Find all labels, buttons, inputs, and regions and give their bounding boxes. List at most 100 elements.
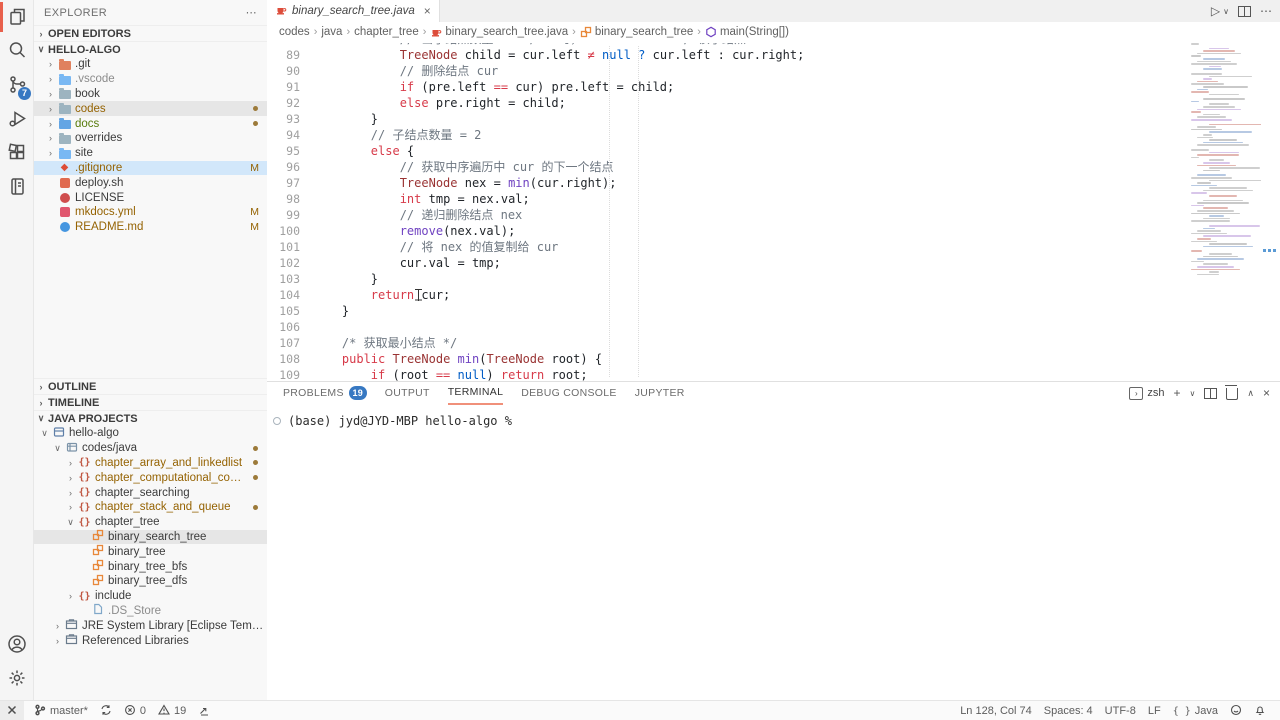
maximize-panel-icon[interactable]: ∧ bbox=[1247, 388, 1254, 399]
tree-item-referenced-libraries[interactable]: ›Referenced Libraries bbox=[34, 633, 267, 648]
tree-item-chapter-searching[interactable]: ›{}chapter_searching bbox=[34, 485, 267, 500]
activity-item-extensions[interactable] bbox=[0, 136, 33, 170]
code-line-105[interactable]: 105 } bbox=[267, 303, 1280, 319]
tree-item-binary-search-tree[interactable]: binary_search_tree bbox=[34, 530, 267, 545]
close-panel-icon[interactable]: × bbox=[1263, 386, 1270, 400]
code-line-107[interactable]: 107 /* 获取最小结点 */ bbox=[267, 335, 1280, 351]
activity-item-run-debug[interactable] bbox=[0, 102, 33, 136]
status-eol[interactable]: LF bbox=[1142, 701, 1167, 720]
new-terminal-icon[interactable]: + bbox=[1174, 386, 1181, 400]
tree-item-mkdocs-yml[interactable]: mkdocs.ymlM bbox=[34, 205, 267, 220]
run-button[interactable]: ▷ bbox=[1211, 4, 1220, 18]
status-launch[interactable] bbox=[192, 701, 216, 720]
terminal-content[interactable]: (base) jyd@JYD-MBP hello-algo % bbox=[273, 414, 1280, 428]
code-line-103[interactable]: 103 } bbox=[267, 271, 1280, 287]
status-sync[interactable] bbox=[94, 701, 118, 720]
status-problems-warnings[interactable]: 19 bbox=[152, 701, 192, 720]
section-outline[interactable]: › OUTLINE bbox=[34, 378, 267, 394]
tree-item-include[interactable]: ›{}include bbox=[34, 589, 267, 604]
code-area[interactable]: 88 // 当子结点数量 = 0 / 1 时， child = null / 该… bbox=[267, 43, 1280, 381]
terminal-dropdown-icon[interactable]: ∨ bbox=[1190, 389, 1196, 398]
panel-tab-jupyter[interactable]: JUPYTER bbox=[635, 382, 685, 404]
activity-item-source-control[interactable]: 7 bbox=[0, 68, 33, 102]
code-line-92[interactable]: 92 else pre.right = child; bbox=[267, 95, 1280, 111]
panel-tab-output[interactable]: OUTPUT bbox=[385, 382, 430, 404]
section-java-projects[interactable]: ∨ JAVA PROJECTS bbox=[34, 410, 267, 426]
status-remote[interactable] bbox=[0, 701, 24, 720]
tree-item-license[interactable]: LICENSE bbox=[34, 190, 267, 205]
code-line-101[interactable]: 101 // 将 nex 的值复制给 cur bbox=[267, 239, 1280, 255]
status-feedback[interactable] bbox=[1224, 701, 1248, 720]
code-line-91[interactable]: 91 if (pre.left == cur) pre.left = child… bbox=[267, 79, 1280, 95]
section-timeline[interactable]: › TIMELINE bbox=[34, 394, 267, 410]
activity-item-notebook[interactable] bbox=[0, 170, 33, 204]
tree-item-chapter-stack-and-queue[interactable]: ›{}chapter_stack_and_queue bbox=[34, 500, 267, 515]
status-branch[interactable]: master* bbox=[28, 701, 94, 720]
tree-item-overrides[interactable]: ›overrides bbox=[34, 131, 267, 146]
split-terminal-icon[interactable] bbox=[1204, 388, 1217, 399]
code-line-94[interactable]: 94 // 子结点数量 = 2 bbox=[267, 127, 1280, 143]
panel-tab-debug-console[interactable]: DEBUG CONSOLE bbox=[521, 382, 617, 404]
code-line-106[interactable]: 106 bbox=[267, 319, 1280, 335]
tree-item-vscode[interactable]: ›.vscode bbox=[34, 72, 267, 87]
tree-item-book[interactable]: ›book bbox=[34, 87, 267, 102]
tree-item-chapter-computational-complexity[interactable]: ›{}chapter_computational_complexity bbox=[34, 470, 267, 485]
code-line-90[interactable]: 90 // 删除结点 cur bbox=[267, 63, 1280, 79]
code-line-96[interactable]: 96 // 获取中序遍历中 cur 的下一个结点 bbox=[267, 159, 1280, 175]
panel-tab-problems[interactable]: PROBLEMS19 bbox=[283, 382, 367, 404]
code-line-97[interactable]: 97 TreeNode nex = min(cur.right); bbox=[267, 175, 1280, 191]
run-dropdown-icon[interactable]: ∨ bbox=[1223, 7, 1229, 16]
tab-binary-search-tree-java[interactable]: binary_search_tree.java × bbox=[267, 0, 440, 22]
code-line-89[interactable]: 89 TreeNode child = cur.left ≠ null ? cu… bbox=[267, 47, 1280, 63]
tree-item-jre-system-library-eclipse-temurin-17-17[interactable]: ›JRE System Library [Eclipse Temurin 17 … bbox=[34, 618, 267, 633]
tree-item-ds-store[interactable]: .DS_Store bbox=[34, 604, 267, 619]
breadcrumb-item-binary-search-tree[interactable]: binary_search_tree bbox=[580, 26, 693, 38]
tree-item-binary-tree[interactable]: binary_tree bbox=[34, 544, 267, 559]
tree-item-readme-md[interactable]: README.mdM bbox=[34, 220, 267, 235]
tree-item-deploy-sh[interactable]: deploy.sh bbox=[34, 175, 267, 190]
code-line-109[interactable]: 109 if (root == null) return root; bbox=[267, 367, 1280, 381]
activity-item-account[interactable] bbox=[0, 628, 33, 662]
shell-selector[interactable]: › zsh bbox=[1129, 387, 1164, 400]
minimap[interactable] bbox=[1189, 43, 1261, 275]
code-line-98[interactable]: 98 int tmp = nex.val; bbox=[267, 191, 1280, 207]
section-root-folder[interactable]: ∨ HELLO-ALGO bbox=[34, 41, 267, 57]
status-encoding[interactable]: UTF-8 bbox=[1099, 701, 1142, 720]
code-line-95[interactable]: 95 else { bbox=[267, 143, 1280, 159]
kill-terminal-icon[interactable] bbox=[1226, 388, 1238, 400]
views-actions-icon[interactable]: ⋯ bbox=[246, 6, 257, 19]
tree-item-hello-algo[interactable]: ∨hello-algo bbox=[34, 426, 267, 441]
status-problems-errors[interactable]: 0 bbox=[118, 701, 152, 720]
status-language-mode[interactable]: { }Java bbox=[1167, 701, 1224, 720]
breadcrumb-item-main-string[interactable]: main(String[]) bbox=[705, 26, 789, 38]
status-cursor-position[interactable]: Ln 128, Col 74 bbox=[954, 701, 1038, 720]
breadcrumb-item-binary-search-tree-java[interactable]: binary_search_tree.java bbox=[430, 26, 568, 38]
tree-item-chapter-tree[interactable]: ∨{}chapter_tree bbox=[34, 515, 267, 530]
code-line-93[interactable]: 93 } bbox=[267, 111, 1280, 127]
code-line-102[interactable]: 102 cur.val = tmp; bbox=[267, 255, 1280, 271]
tree-item-chapter-array-and-linkedlist[interactable]: ›{}chapter_array_and_linkedlist bbox=[34, 456, 267, 471]
more-actions-icon[interactable]: ⋯ bbox=[1260, 4, 1272, 18]
breadcrumb-item-chapter-tree[interactable]: chapter_tree bbox=[354, 26, 419, 38]
code-line-99[interactable]: 99 // 递归删除结点 nex bbox=[267, 207, 1280, 223]
activity-item-explorer[interactable] bbox=[0, 0, 33, 34]
tree-item-gitignore[interactable]: ◆.gitignoreM bbox=[34, 161, 267, 176]
tree-item-binary-tree-dfs[interactable]: binary_tree_dfs bbox=[34, 574, 267, 589]
code-line-100[interactable]: 100 remove(nex.val); bbox=[267, 223, 1280, 239]
panel-tab-terminal[interactable]: TERMINAL bbox=[448, 381, 504, 405]
tree-item-binary-tree-bfs[interactable]: binary_tree_bfs bbox=[34, 559, 267, 574]
tree-item-site[interactable]: ›site bbox=[34, 146, 267, 161]
activity-item-settings[interactable] bbox=[0, 662, 33, 696]
close-icon[interactable]: × bbox=[424, 4, 431, 18]
tree-item-docs[interactable]: ›docs bbox=[34, 116, 267, 131]
code-line-108[interactable]: 108 public TreeNode min(TreeNode root) { bbox=[267, 351, 1280, 367]
activity-item-search[interactable] bbox=[0, 34, 33, 68]
tree-item-git[interactable]: ›.git bbox=[34, 57, 267, 72]
section-open-editors[interactable]: › OPEN EDITORS bbox=[34, 25, 267, 41]
status-notifications[interactable] bbox=[1248, 701, 1272, 720]
status-indentation[interactable]: Spaces: 4 bbox=[1038, 701, 1099, 720]
breadcrumb-item-codes[interactable]: codes bbox=[279, 26, 310, 38]
tree-item-codes[interactable]: ›codes bbox=[34, 101, 267, 116]
split-editor-icon[interactable] bbox=[1238, 6, 1251, 17]
breadcrumb-item-java[interactable]: java bbox=[321, 26, 342, 38]
